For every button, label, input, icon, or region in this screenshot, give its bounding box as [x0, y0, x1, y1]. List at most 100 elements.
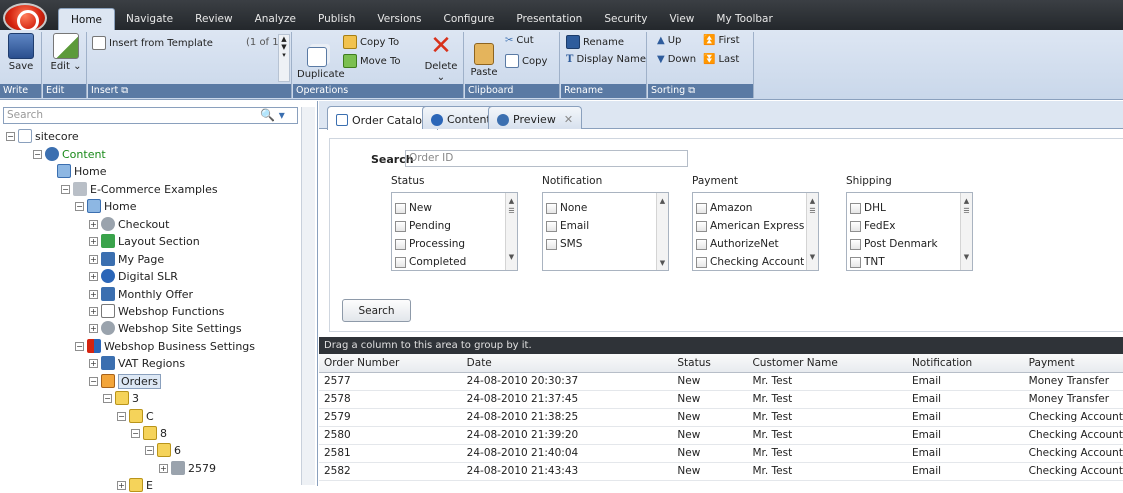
- template-scrollbar[interactable]: ▲ ▼ ▾: [278, 34, 290, 82]
- sort-last-button[interactable]: ⏬ Last: [703, 54, 739, 65]
- shipping-option-post-denmark[interactable]: Post Denmark: [850, 235, 972, 253]
- tab-navigate[interactable]: Navigate: [115, 8, 184, 30]
- copy-to-button[interactable]: Copy To: [343, 35, 399, 49]
- tree-node-2579[interactable]: +2579: [159, 460, 216, 476]
- status-list[interactable]: New Pending Processing Completed ▲ ☰ ▼: [391, 192, 518, 271]
- shipping-list[interactable]: DHL FedEx Post Denmark TNT ▲ ☰ ▼: [846, 192, 973, 271]
- status-option-new[interactable]: New: [395, 199, 517, 217]
- expand-icon[interactable]: +: [159, 463, 168, 473]
- notification-list[interactable]: None Email SMS ▲ ▼: [542, 192, 669, 271]
- table-row[interactable]: 2577 24-08-2010 20:30:37 New Mr. Test Email M…: [319, 372, 1123, 391]
- rename-button[interactable]: Rename: [566, 35, 624, 49]
- table-row[interactable]: 2581 24-08-2010 21:40:04 New Mr. Test Email C…: [319, 444, 1123, 463]
- collapse-icon[interactable]: −: [131, 428, 140, 438]
- table-row[interactable]: 2580 24-08-2010 21:39:20 New Mr. Test Email C…: [319, 426, 1123, 445]
- payment-option-american-express[interactable]: American Express: [696, 217, 818, 235]
- cut-button[interactable]: ✂ Cut: [505, 35, 534, 46]
- close-icon[interactable]: ✕: [564, 113, 573, 126]
- list-scrollbar[interactable]: ▲ ▼: [656, 193, 668, 270]
- tree-node-vat-regions[interactable]: + VAT Regions: [89, 355, 185, 371]
- table-row[interactable]: 2578 24-08-2010 21:37:45 New Mr. Test Email M…: [319, 390, 1123, 409]
- shipping-option-tnt[interactable]: TNT: [850, 253, 972, 271]
- edit-button[interactable]: Edit ⌄: [50, 32, 82, 72]
- tree-node-home-2[interactable]: − Home: [75, 198, 136, 214]
- tree-node-digital-slr[interactable]: + Digital SLR: [89, 268, 178, 284]
- collapse-icon[interactable]: −: [75, 201, 84, 211]
- list-scrollbar[interactable]: ▲ ☰ ▼: [806, 193, 818, 270]
- payment-option-amazon[interactable]: Amazon: [696, 199, 818, 217]
- list-scrollbar[interactable]: ▲ ☰ ▼: [505, 193, 517, 270]
- status-option-pending[interactable]: Pending: [395, 217, 517, 235]
- tab-security[interactable]: Security: [593, 8, 658, 30]
- sort-up-button[interactable]: ▲ Up: [657, 35, 681, 46]
- shipping-option-fedex[interactable]: FedEx: [850, 217, 972, 235]
- column-header-order-number[interactable]: Order Number: [319, 354, 462, 373]
- expand-icon[interactable]: +: [89, 358, 98, 368]
- collapse-icon[interactable]: −: [6, 131, 15, 141]
- status-option-completed[interactable]: Completed: [395, 253, 517, 271]
- tree-node-home[interactable]: Home: [57, 163, 106, 179]
- expand-icon[interactable]: +: [89, 236, 98, 246]
- expand-icon[interactable]: +: [89, 271, 98, 281]
- tree-node-my-page[interactable]: + My Page: [89, 251, 164, 267]
- insert-from-template-button[interactable]: Insert from Template: [92, 36, 213, 50]
- collapse-icon[interactable]: −: [75, 341, 84, 351]
- column-header-customer-name[interactable]: Customer Name: [747, 354, 907, 373]
- shipping-option-dhl[interactable]: DHL: [850, 199, 972, 217]
- tab-publish[interactable]: Publish: [307, 8, 366, 30]
- tab-analyze[interactable]: Analyze: [244, 8, 307, 30]
- collapse-icon[interactable]: −: [145, 445, 154, 455]
- collapse-icon[interactable]: −: [103, 393, 112, 403]
- status-option-processing[interactable]: Processing: [395, 235, 517, 253]
- tree-node-webshop-site-settings[interactable]: + Webshop Site Settings: [89, 320, 242, 336]
- group-by-drop-area[interactable]: Drag a column to this area to group by i…: [319, 337, 1123, 354]
- expand-icon[interactable]: +: [89, 289, 98, 299]
- payment-option-authorizenet[interactable]: AuthorizeNet: [696, 235, 818, 253]
- tree-scrollbar[interactable]: [301, 107, 315, 485]
- tree-node-content[interactable]: − Content: [33, 146, 106, 162]
- column-header-payment[interactable]: Payment: [1023, 354, 1123, 373]
- collapse-icon[interactable]: −: [89, 376, 98, 386]
- tab-my-toolbar[interactable]: My Toolbar: [705, 8, 783, 30]
- expand-icon[interactable]: +: [117, 480, 126, 490]
- tree-node-layout-section[interactable]: + Layout Section: [89, 233, 200, 249]
- notification-option-none[interactable]: None: [546, 199, 668, 217]
- table-row[interactable]: 2582 24-08-2010 21:43:43 New Mr. Test Email C…: [319, 462, 1123, 481]
- tree-node-3[interactable]: −3: [103, 390, 139, 406]
- save-button[interactable]: Save: [6, 32, 36, 72]
- sitecore-logo-icon[interactable]: [3, 3, 47, 33]
- search-button[interactable]: Search: [342, 299, 411, 322]
- tab-home[interactable]: Home: [58, 8, 116, 30]
- display-name-button[interactable]: T Display Name: [566, 54, 646, 65]
- payment-option-checking-account[interactable]: Checking Account: [696, 253, 818, 271]
- tree-search-input[interactable]: Search: [3, 107, 298, 124]
- expand-icon[interactable]: +: [89, 219, 98, 229]
- tree-node-sitecore[interactable]: − sitecore: [6, 128, 79, 144]
- duplicate-button[interactable]: Duplicate: [297, 46, 345, 80]
- expand-icon[interactable]: +: [89, 306, 98, 316]
- notification-option-sms[interactable]: SMS: [546, 235, 668, 253]
- tree-node-e[interactable]: + E: [117, 477, 153, 493]
- tree-node-webshop-business-settings[interactable]: − Webshop Business Settings: [75, 338, 255, 354]
- column-header-status[interactable]: Status: [672, 354, 748, 373]
- order-id-input[interactable]: Order ID: [405, 150, 688, 167]
- sort-first-button[interactable]: ⏫ First: [703, 35, 740, 46]
- payment-list[interactable]: Amazon American Express AuthorizeNet Che…: [692, 192, 819, 271]
- tab-view[interactable]: View: [658, 8, 705, 30]
- tab-configure[interactable]: Configure: [433, 8, 506, 30]
- tree-node-checkout[interactable]: + Checkout: [89, 216, 169, 232]
- tab-preview[interactable]: Preview ✕: [488, 106, 583, 129]
- collapse-icon[interactable]: −: [61, 184, 70, 194]
- tree-node-monthly-offer[interactable]: + Monthly Offer: [89, 286, 193, 302]
- tree-node-webshop-functions[interactable]: + Webshop Functions: [89, 303, 224, 319]
- tab-versions[interactable]: Versions: [366, 8, 432, 30]
- tree-node-8[interactable]: −8: [131, 425, 167, 441]
- tree-node-e-commerce-examples[interactable]: − E-Commerce Examples: [61, 181, 218, 197]
- expand-icon[interactable]: +: [89, 254, 98, 264]
- delete-button[interactable]: ✕ Delete ⌄: [421, 32, 461, 83]
- column-header-notification[interactable]: Notification: [906, 354, 1024, 373]
- table-row[interactable]: 2579 24-08-2010 21:38:25 New Mr. Test Email C…: [319, 408, 1123, 427]
- move-to-button[interactable]: Move To: [343, 54, 401, 68]
- copy-button[interactable]: Copy: [505, 54, 547, 68]
- tree-node-orders[interactable]: − Orders: [89, 373, 161, 389]
